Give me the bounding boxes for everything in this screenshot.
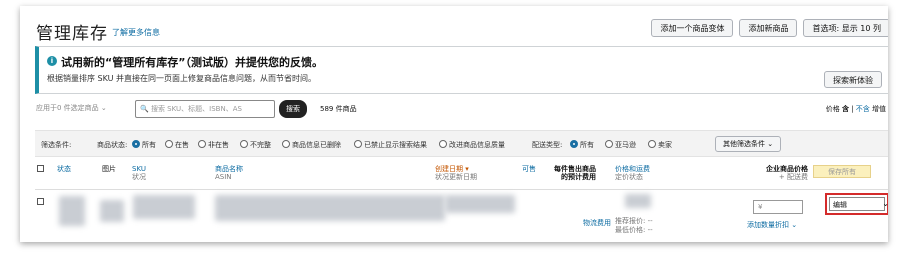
table-header: 状态 图片 SKU 状况 商品名称 ASIN 创建日期 ▾ 状况更新日期 可售 每件售… [35, 159, 888, 189]
column-sku[interactable]: SKU 状况 [132, 165, 146, 181]
product-name-blur [215, 195, 445, 221]
bulk-apply-dropdown[interactable]: 应用于0 件选定商品 ⌄ [36, 103, 107, 113]
status-blur [59, 196, 85, 226]
item-count: 589 件商品 [320, 105, 357, 113]
info-icon: i [47, 56, 57, 66]
price-tax-toggle: 价格 含 | 不含 增值 [825, 105, 886, 113]
status-option-all[interactable]: 所有 [132, 140, 156, 150]
status-option-active[interactable]: 在售 [165, 140, 189, 150]
more-filters-button[interactable]: 其他筛选条件 ⌄ [715, 136, 782, 152]
column-status[interactable]: 状态 [57, 165, 71, 173]
banner-subtitle: 根据销量排序 SKU 并直接在同一页面上修复商品信息问题，从而节省时间。 [47, 74, 317, 83]
column-created[interactable]: 创建日期 ▾ 状况更新日期 [435, 165, 477, 181]
select-all-checkbox[interactable] [37, 165, 44, 174]
filter-bar: 筛选条件: 商品状态: 所有 在售 非在售 不完整 商品信息已删除 已禁止显示搜… [35, 130, 888, 157]
fulfillment-option-all[interactable]: 所有 [570, 140, 594, 150]
price-blur [625, 194, 651, 208]
search-placeholder: 搜索 SKU、标题、ISBN、AS [150, 105, 242, 113]
sku-blur [133, 195, 195, 219]
price-incl-option[interactable]: 含 [842, 105, 849, 113]
bulk-apply-label: 应用于0 件选定商品 [36, 104, 99, 112]
price-excl-option[interactable]: 不含 [856, 105, 870, 113]
radio-icon [240, 140, 248, 148]
status-option-incomplete[interactable]: 不完整 [240, 140, 271, 150]
inventory-page: 管理库存 了解更多信息 添加一个商品变体 添加新商品 首选项: 显示 10 列 … [20, 6, 888, 242]
page-title: 管理库存 [36, 24, 108, 44]
status-option-quality[interactable]: 改进商品信息质量 [439, 140, 505, 150]
status-option-suppressed[interactable]: 已禁止显示搜索结果 [354, 140, 427, 150]
row-checkbox[interactable] [37, 198, 44, 207]
status-option-inactive[interactable]: 非在售 [198, 140, 229, 150]
product-image [100, 200, 124, 222]
explore-new-experience-button[interactable]: 探索新体验 [824, 71, 882, 88]
price-label: 价格 [825, 105, 840, 113]
chevron-down-icon: ⌄ [791, 221, 798, 229]
radio-icon [605, 140, 613, 148]
chevron-down-icon: ⌄ [767, 140, 774, 148]
chevron-down-icon: ⌄ [882, 199, 888, 208]
column-available[interactable]: 可售 [522, 165, 536, 173]
search-input[interactable]: 🔍 搜索 SKU、标题、ISBN、AS [135, 100, 275, 118]
beta-banner: i 试用新的“管理所有库存”（测试版）并提供您的反馈。 根据销量排序 SKU 并… [35, 46, 888, 94]
action-dropdown[interactable]: 编辑 ⌄ [825, 193, 888, 215]
fulfillment-option-amazon[interactable]: 亚马逊 [605, 140, 636, 150]
chevron-down-icon: ⌄ [100, 104, 107, 112]
save-all-button[interactable]: 保存所有 [813, 165, 871, 178]
date-blur [445, 195, 515, 213]
add-quantity-discount-link[interactable]: 添加数量折扣 ⌄ [747, 220, 797, 230]
column-fee: 每件售出商品 的预计费用 [554, 165, 596, 181]
column-image: 图片 [102, 165, 116, 173]
column-price[interactable]: 价格和运费 定价状态 [615, 165, 650, 181]
add-product-button[interactable]: 添加新商品 [739, 19, 798, 37]
column-business-price: 企业商品价格 + 配送费 [766, 165, 808, 181]
price-suffix: 增值 [872, 105, 886, 113]
search-button[interactable]: 搜索 [279, 100, 307, 118]
top-button-group: 添加一个商品变体 添加新商品 首选项: 显示 10 列 [651, 19, 888, 37]
column-name[interactable]: 商品名称 ASIN [215, 165, 243, 181]
radio-icon [439, 140, 447, 148]
status-option-deleted[interactable]: 商品信息已删除 [282, 140, 341, 150]
radio-icon [648, 140, 656, 148]
fulfillment-fee-link[interactable]: 物流费用 [583, 218, 611, 228]
radio-icon [198, 140, 206, 148]
radio-icon [354, 140, 362, 148]
filter-label: 筛选条件: [41, 141, 72, 149]
radio-selected-icon [570, 140, 578, 148]
search-icon: 🔍 [140, 105, 149, 113]
status-filter-label: 商品状态: [97, 141, 128, 149]
business-price-input[interactable]: ¥ [753, 200, 803, 214]
fulfillment-option-merchant[interactable]: 卖家 [648, 140, 672, 150]
toolbar: 应用于0 件选定商品 ⌄ 🔍 搜索 SKU、标题、ISBN、AS 搜索 589 … [36, 99, 886, 121]
preferences-button[interactable]: 首选项: 显示 10 列 [803, 19, 888, 37]
banner-title: 试用新的“管理所有库存”（测试版）并提供您的反馈。 [61, 56, 323, 69]
table-row: 物流费用 推荐报价: -- 最低价格: -- ¥ 添加数量折扣 ⌄ 编辑 ⌄ [35, 189, 888, 237]
radio-selected-icon [132, 140, 140, 148]
radio-icon [282, 140, 290, 148]
edit-select[interactable]: 编辑 [829, 197, 885, 211]
add-variation-button[interactable]: 添加一个商品变体 [651, 19, 734, 37]
learn-more-link[interactable]: 了解更多信息 [112, 27, 160, 38]
fulfillment-filter-label: 配送类型: [532, 141, 563, 149]
lowest-price: 最低价格: -- [615, 226, 653, 234]
radio-icon [165, 140, 173, 148]
